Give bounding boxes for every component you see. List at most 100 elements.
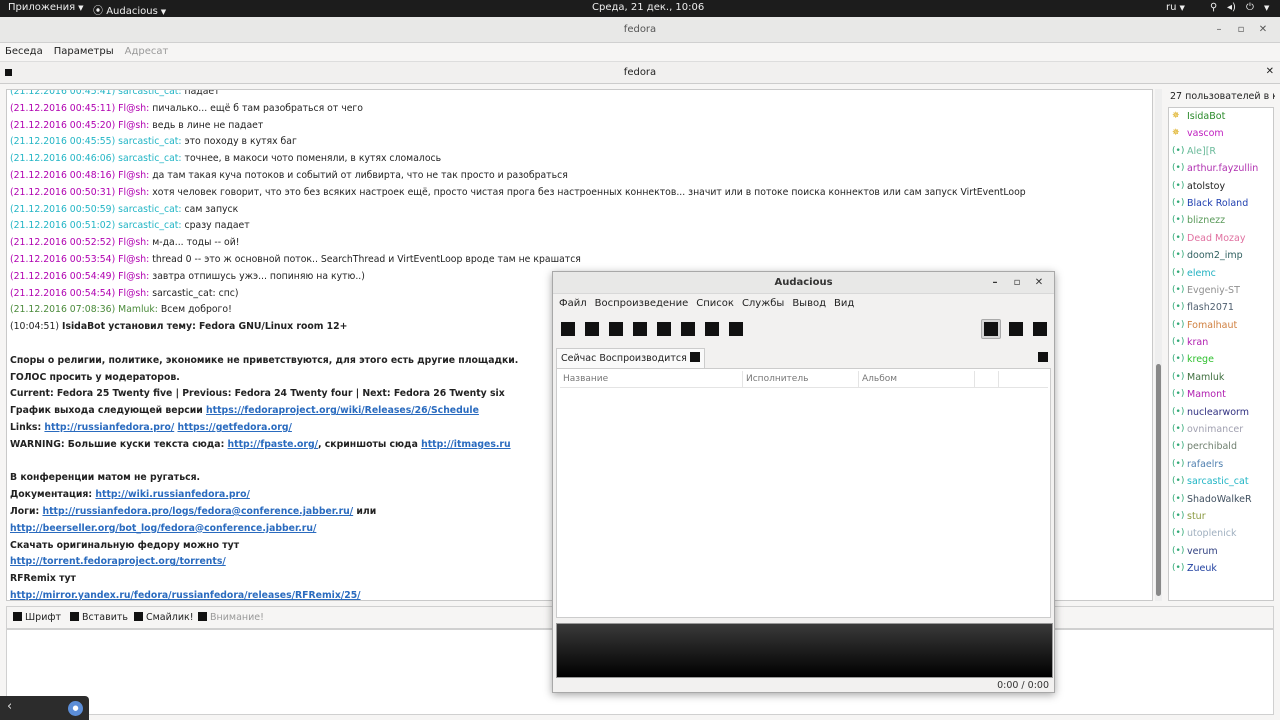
insert-button[interactable]: Вставить bbox=[70, 612, 128, 623]
nickname[interactable]: Fl@sh: bbox=[118, 187, 149, 198]
maximize-icon[interactable]: ▫ bbox=[1006, 272, 1028, 294]
shuffle-toggle[interactable] bbox=[1009, 322, 1023, 336]
user-list-item[interactable]: (•) ovnimancer bbox=[1169, 421, 1273, 438]
column-album[interactable]: Альбом bbox=[859, 371, 975, 388]
nickname[interactable]: Fl@sh: bbox=[118, 254, 149, 265]
volume-button[interactable] bbox=[1033, 322, 1047, 336]
user-list-item[interactable]: (•) rafaelrs bbox=[1169, 456, 1273, 473]
user-list-item[interactable]: (•) Mamont bbox=[1169, 386, 1273, 403]
torrent-link[interactable]: http://torrent.fedoraproject.org/torrent… bbox=[10, 556, 226, 567]
user-list-item[interactable]: (•) elemc bbox=[1169, 265, 1273, 282]
column-artist[interactable]: Исполнитель bbox=[743, 371, 859, 388]
chat-scrollbar-thumb[interactable] bbox=[1156, 364, 1161, 596]
user-list-item[interactable]: (•) kran bbox=[1169, 334, 1273, 351]
itmages-link[interactable]: http://itmages.ru bbox=[421, 439, 511, 450]
nickname[interactable]: Fl@sh: bbox=[118, 237, 149, 248]
nickname[interactable]: Fl@sh: bbox=[118, 288, 149, 299]
user-list-item[interactable]: (•) doom2_imp bbox=[1169, 247, 1273, 264]
rfremix-link[interactable]: http://mirror.yandex.ru/fedora/russianfe… bbox=[10, 590, 361, 600]
previous-button[interactable] bbox=[681, 322, 695, 336]
system-menu-chevron-icon[interactable]: ▼ bbox=[1264, 4, 1269, 12]
applications-menu[interactable]: Приложения ▼ bbox=[8, 2, 83, 13]
search-library-button[interactable] bbox=[561, 322, 575, 336]
menu-file[interactable]: Файл bbox=[559, 295, 587, 313]
user-list-item[interactable]: (•) utoplenick bbox=[1169, 525, 1273, 542]
user-list-item[interactable]: (•) krege bbox=[1169, 351, 1273, 368]
menu-view[interactable]: Вид bbox=[834, 295, 854, 313]
user-list-item[interactable]: (•) bliznezz bbox=[1169, 212, 1273, 229]
tab-close-icon[interactable] bbox=[689, 352, 700, 362]
user-list-item[interactable]: ✵ vascom bbox=[1169, 125, 1273, 142]
nickname[interactable]: Fl@sh: bbox=[118, 103, 149, 114]
user-list-item[interactable]: ✵ IsidaBot bbox=[1169, 108, 1273, 125]
wifi-icon[interactable]: ⚲ bbox=[1210, 2, 1217, 13]
nickname[interactable]: Fl@sh: bbox=[118, 120, 149, 131]
playlist-menu-icon[interactable] bbox=[1038, 352, 1048, 362]
column-extra-1[interactable] bbox=[975, 371, 999, 388]
menu-conversation[interactable]: Беседа bbox=[5, 43, 43, 61]
schedule-link[interactable]: https://fedoraproject.org/wiki/Releases/… bbox=[206, 405, 479, 416]
user-list-item[interactable]: (•) ShadoWalkeR bbox=[1169, 491, 1273, 508]
user-list-item[interactable]: (•) flash2071 bbox=[1169, 299, 1273, 316]
power-icon[interactable]: ⏻ bbox=[1246, 2, 1254, 13]
play-button[interactable] bbox=[633, 322, 647, 336]
user-list-item[interactable]: (•) verum bbox=[1169, 543, 1273, 560]
russianfedora-link[interactable]: http://russianfedora.pro/ bbox=[44, 422, 174, 433]
user-list-item[interactable]: (•) atolstoy bbox=[1169, 178, 1273, 195]
user-list-item[interactable]: (•) Zueuk bbox=[1169, 560, 1273, 577]
docs-link[interactable]: http://wiki.russianfedora.pro/ bbox=[95, 489, 250, 500]
playlist-view[interactable]: Название Исполнитель Альбом bbox=[556, 368, 1051, 618]
nickname[interactable]: sarcastic_cat: bbox=[118, 220, 181, 231]
getfedora-link[interactable]: https://getfedora.org/ bbox=[178, 422, 292, 433]
menu-playback[interactable]: Воспроизведение bbox=[595, 295, 689, 313]
menu-playlist[interactable]: Список bbox=[696, 295, 734, 313]
clock[interactable]: Среда, 21 дек., 10:06 bbox=[592, 2, 704, 13]
user-list-item[interactable]: (•) Dead Mozay bbox=[1169, 230, 1273, 247]
fpaste-link[interactable]: http://fpaste.org/ bbox=[228, 439, 318, 450]
user-list-item[interactable]: (•) stur bbox=[1169, 508, 1273, 525]
minimize-icon[interactable]: – bbox=[1208, 17, 1230, 43]
user-list-item[interactable]: (•) sarcastic_cat bbox=[1169, 473, 1273, 490]
menu-buddy[interactable]: Адресат bbox=[125, 43, 169, 61]
smiley-button[interactable]: Смайлик! bbox=[134, 612, 194, 623]
user-list-item[interactable]: (•) Mamluk bbox=[1169, 369, 1273, 386]
close-icon[interactable]: ✕ bbox=[1252, 17, 1274, 43]
nickname[interactable]: sarcastic_cat: bbox=[118, 136, 181, 147]
menu-options[interactable]: Параметры bbox=[54, 43, 114, 61]
column-title[interactable]: Название bbox=[560, 371, 743, 388]
tab-now-playing[interactable]: Сейчас Воспроизводится bbox=[556, 348, 705, 369]
nickname[interactable]: sarcastic_cat: bbox=[118, 153, 181, 164]
keyboard-layout-menu[interactable]: ru ▼ bbox=[1166, 2, 1185, 13]
user-list-item[interactable]: (•) Black Roland bbox=[1169, 195, 1273, 212]
record-button[interactable] bbox=[729, 322, 743, 336]
menu-output[interactable]: Вывод bbox=[792, 295, 826, 313]
tab-fedora[interactable]: fedora bbox=[0, 67, 1280, 78]
open-files-button[interactable] bbox=[585, 322, 599, 336]
user-list-item[interactable]: (•) Ale][R bbox=[1169, 143, 1273, 160]
user-list-item[interactable]: (•) arthur.fayzullin bbox=[1169, 160, 1273, 177]
attention-button[interactable]: Внимание! bbox=[198, 612, 264, 623]
font-button[interactable]: Шрифт bbox=[13, 612, 61, 623]
nickname[interactable]: sarcastic_cat: bbox=[118, 90, 181, 97]
notification-badge-icon[interactable]: ● bbox=[68, 701, 83, 716]
nickname[interactable]: Mamluk: bbox=[118, 304, 158, 315]
nickname[interactable]: sarcastic_cat: bbox=[118, 204, 181, 215]
nickname[interactable]: Fl@sh: bbox=[118, 170, 149, 181]
next-button[interactable] bbox=[705, 322, 719, 336]
stop-button[interactable] bbox=[657, 322, 671, 336]
volume-icon[interactable]: ◂) bbox=[1227, 2, 1236, 13]
maximize-icon[interactable]: ▫ bbox=[1230, 17, 1252, 43]
menu-services[interactable]: Службы bbox=[742, 295, 784, 313]
active-app-menu[interactable]: ⦿ Audacious ▼ bbox=[93, 2, 166, 17]
logs-link[interactable]: http://russianfedora.pro/logs/fedora@con… bbox=[42, 506, 353, 517]
user-list-item[interactable]: (•) Evgeniy-ST bbox=[1169, 282, 1273, 299]
chat-scrollbar[interactable] bbox=[1155, 89, 1162, 601]
nickname[interactable]: Fl@sh: bbox=[118, 271, 149, 282]
close-icon[interactable]: ✕ bbox=[1028, 272, 1050, 294]
beerseller-link[interactable]: http://beerseller.org/bot_log/fedora@con… bbox=[10, 523, 316, 534]
repeat-toggle[interactable] bbox=[981, 319, 1001, 339]
minimize-icon[interactable]: – bbox=[984, 272, 1006, 294]
tab-close-icon[interactable]: ✕ bbox=[1266, 66, 1274, 77]
user-list[interactable]: ✵ IsidaBot ✵ vascom (•) Ale][R (•) arthur.fayzu… bbox=[1168, 107, 1274, 601]
user-list-item[interactable]: (•) Fomalhaut bbox=[1169, 317, 1273, 334]
